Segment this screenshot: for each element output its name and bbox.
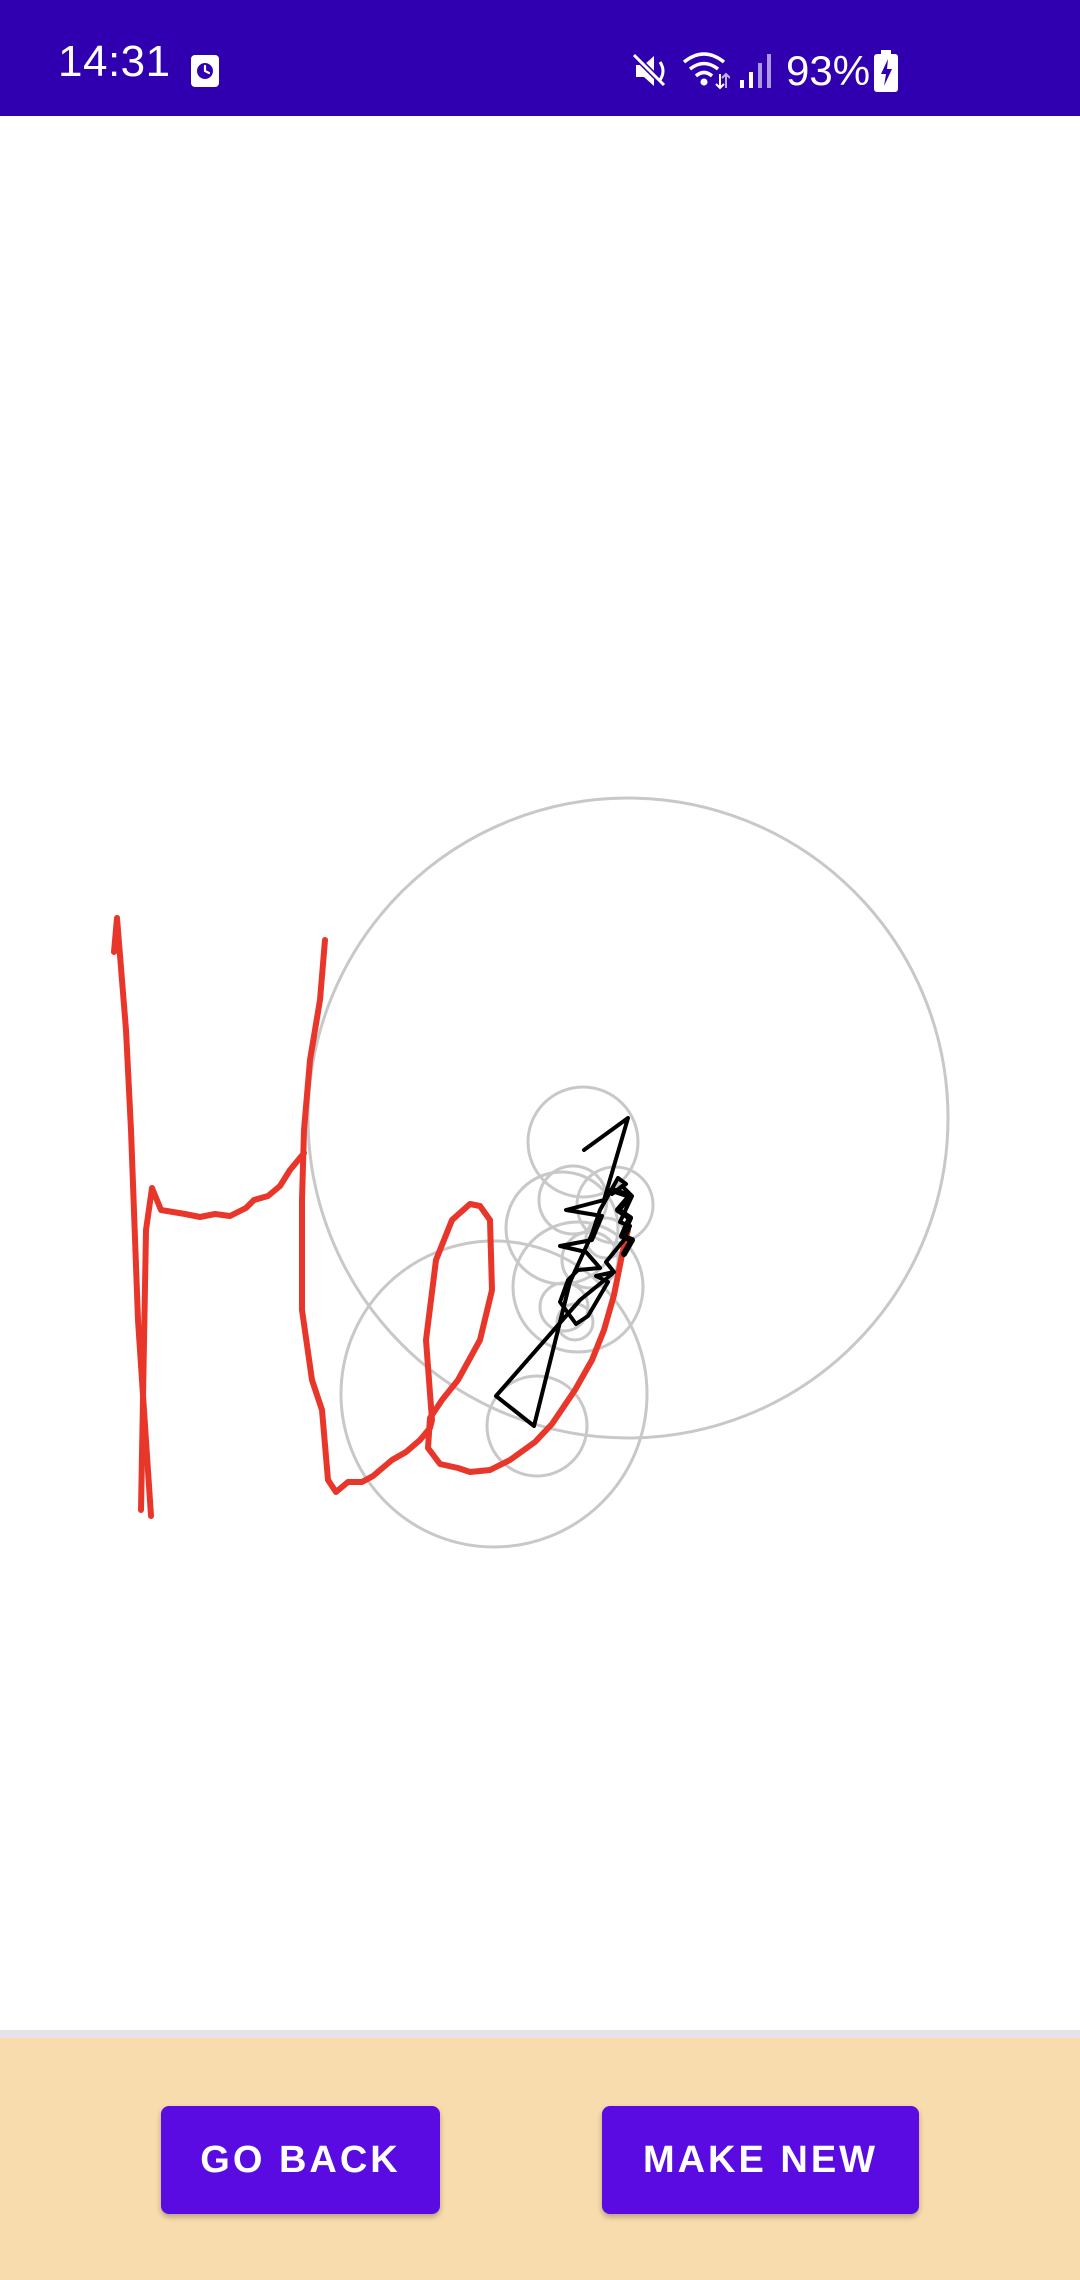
letter-h-bar xyxy=(138,1150,307,1513)
stroke-width-circles xyxy=(306,796,950,1549)
bottom-action-panel: GO BACK MAKE NEW xyxy=(0,2038,1080,2280)
battery-charging-icon xyxy=(874,50,898,92)
status-bar: 14:31 93% xyxy=(0,0,1080,116)
go-back-button[interactable]: GO BACK xyxy=(161,2106,440,2214)
drawing-surface xyxy=(111,796,950,1549)
drawing-canvas[interactable] xyxy=(0,116,1080,2030)
mute-icon xyxy=(632,52,667,88)
wifi-icon xyxy=(682,52,730,90)
handwriting-stroke xyxy=(111,915,631,1519)
make-new-button[interactable]: MAKE NEW xyxy=(602,2106,919,2214)
signal-icon xyxy=(740,54,771,88)
status-time: 14:31 xyxy=(58,37,171,86)
panel-divider xyxy=(0,2030,1080,2038)
alarm-icon xyxy=(191,55,219,87)
battery-percent: 93% xyxy=(786,47,871,94)
